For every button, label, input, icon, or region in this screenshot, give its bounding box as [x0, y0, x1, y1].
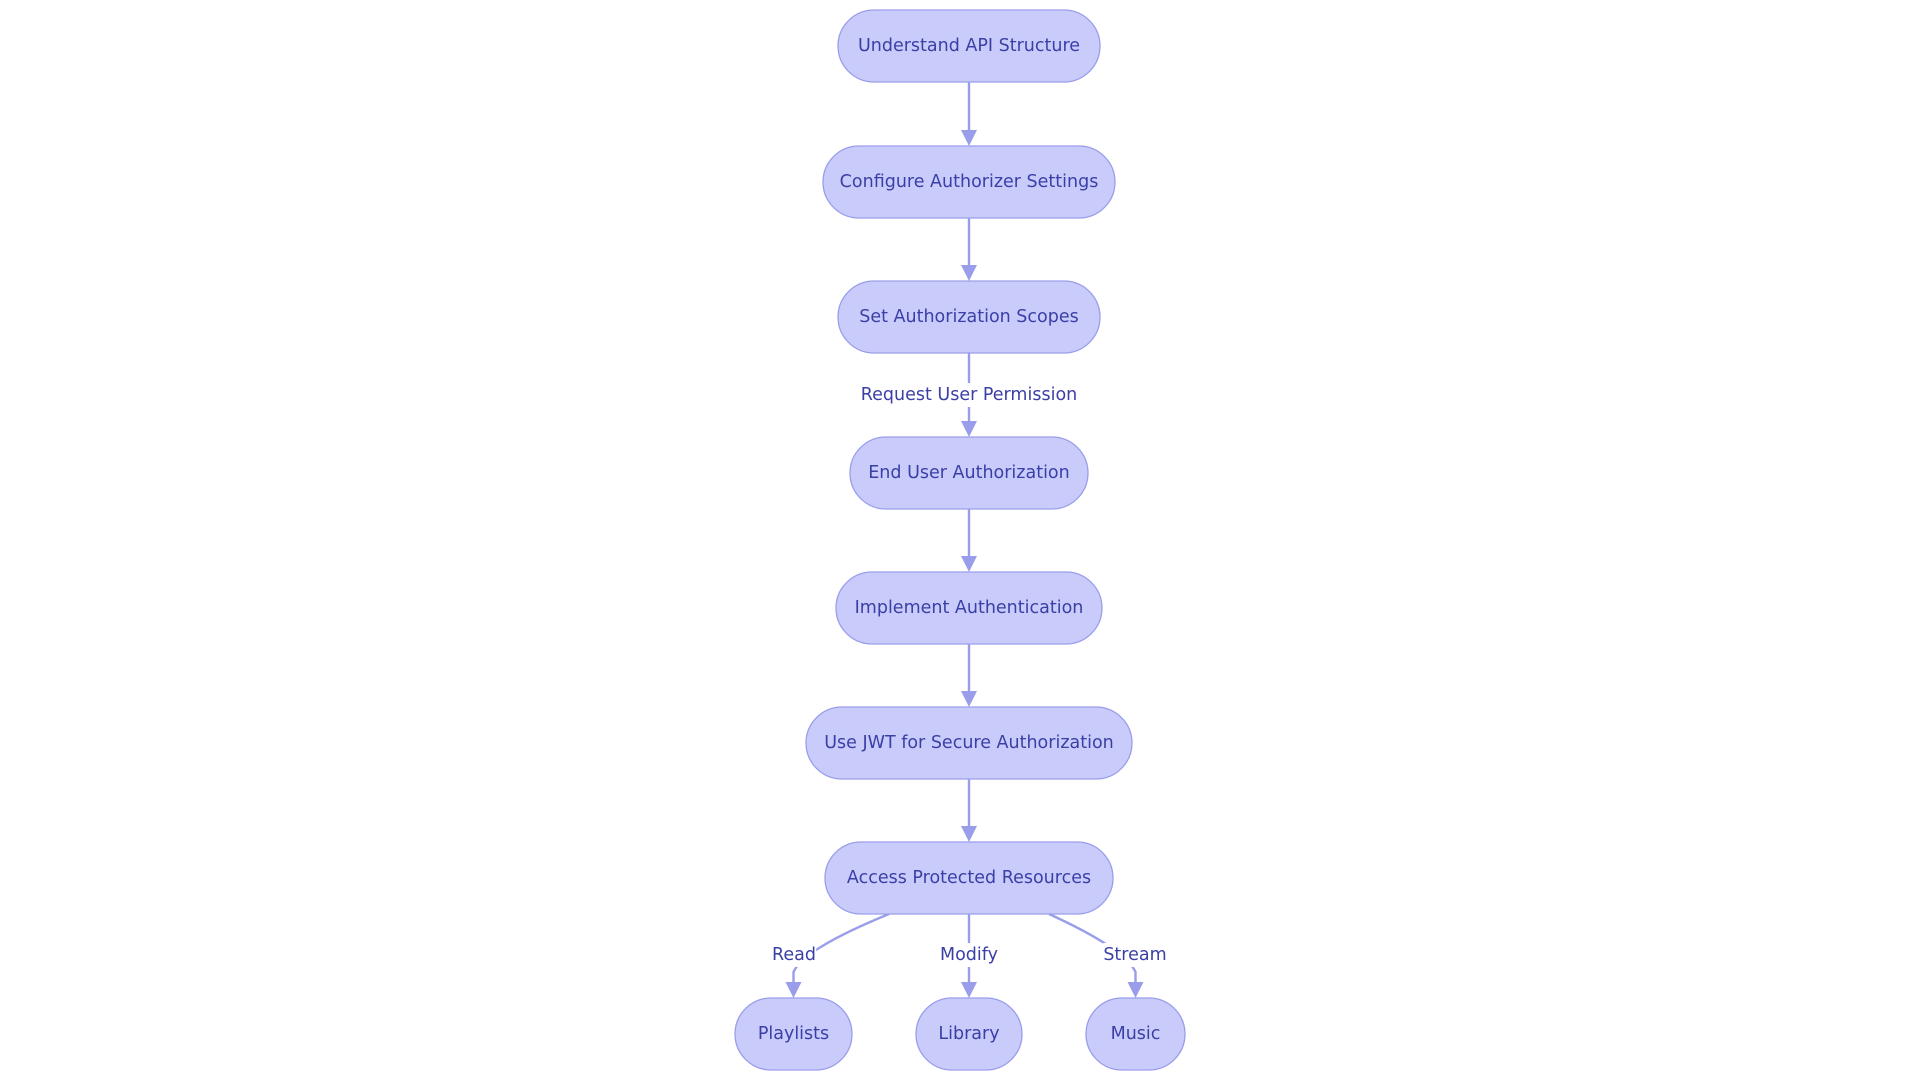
- node-jwt[interactable]: Use JWT for Secure Authorization: [805, 706, 1133, 780]
- node-enduser[interactable]: End User Authorization: [849, 436, 1089, 510]
- edge-configure-to-scopes: [961, 218, 977, 281]
- edge-enduser-to-authn: [961, 509, 977, 572]
- node-label: Implement Authentication: [855, 598, 1084, 618]
- edge-label-text: Modify: [940, 945, 998, 965]
- node-scopes[interactable]: Set Authorization Scopes: [837, 280, 1101, 354]
- edge-label: Stream: [1103, 943, 1167, 967]
- node-label: Configure Authorizer Settings: [840, 172, 1099, 192]
- edge-label-text: Read: [772, 945, 816, 965]
- node-understand[interactable]: Understand API Structure: [837, 9, 1101, 83]
- arrowhead-icon: [961, 421, 977, 437]
- arrowhead-icon: [961, 265, 977, 281]
- flowchart-diagram: Understand API Structure Configure Author…: [734, 9, 1186, 1071]
- node-access[interactable]: Access Protected Resources: [824, 841, 1114, 915]
- arrowhead-icon: [1127, 982, 1144, 998]
- arrowhead-icon: [785, 982, 802, 998]
- arrowhead-icon: [961, 826, 977, 842]
- edge-understand-to-configure: [961, 82, 977, 146]
- edge-jwt-to-access: [961, 779, 977, 842]
- arrowhead-icon: [961, 130, 977, 146]
- node-label: Use JWT for Secure Authorization: [824, 733, 1114, 753]
- node-configure[interactable]: Configure Authorizer Settings: [822, 145, 1116, 219]
- edge-authn-to-jwt: [961, 644, 977, 707]
- node-playlists[interactable]: Playlists: [734, 997, 853, 1071]
- arrowhead-icon: [961, 982, 977, 998]
- node-label: Set Authorization Scopes: [859, 307, 1079, 327]
- node-authn[interactable]: Implement Authentication: [835, 571, 1103, 645]
- nodes-layer: Understand API Structure Configure Author…: [734, 9, 1186, 1071]
- edge-label-text: Request User Permission: [861, 385, 1078, 405]
- node-label: Understand API Structure: [858, 36, 1080, 56]
- arrowhead-icon: [961, 556, 977, 572]
- node-label: End User Authorization: [868, 463, 1069, 483]
- node-label: Playlists: [758, 1024, 829, 1044]
- edge-label: Modify: [937, 943, 1001, 967]
- edge-label: Read: [771, 943, 817, 967]
- arrowhead-icon: [961, 691, 977, 707]
- node-label: Access Protected Resources: [847, 868, 1091, 888]
- node-label: Music: [1111, 1024, 1161, 1044]
- node-library[interactable]: Library: [915, 997, 1023, 1071]
- edge-label-text: Stream: [1103, 945, 1166, 965]
- edge-label: Request User Permission: [855, 383, 1083, 407]
- node-music[interactable]: Music: [1085, 997, 1186, 1071]
- node-label: Library: [938, 1024, 999, 1044]
